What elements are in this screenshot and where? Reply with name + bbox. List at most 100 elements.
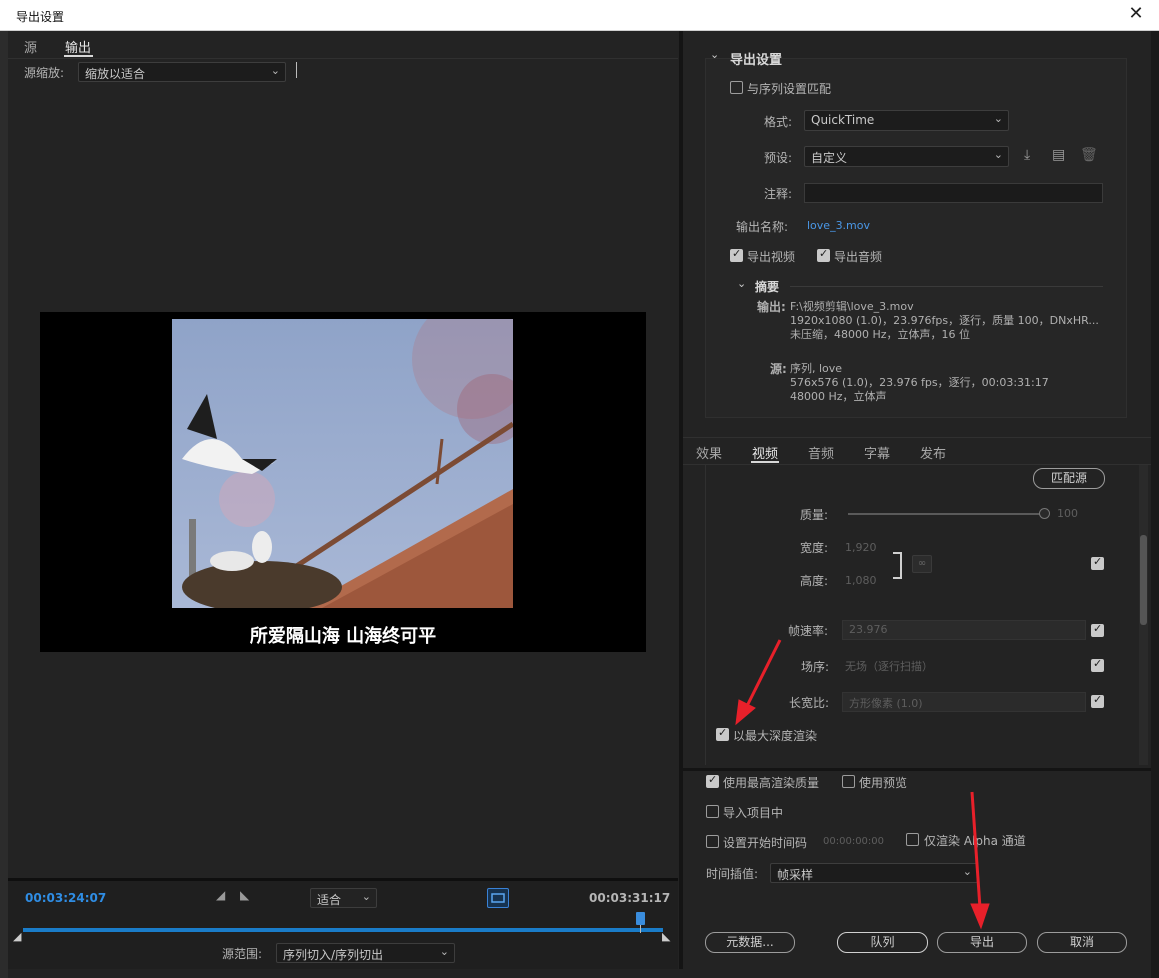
tab-captions[interactable]: 字幕 (864, 443, 890, 462)
playhead-line (640, 925, 641, 933)
subtitle-text: 所爱隔山海 山海终可平 (249, 626, 437, 647)
framerate-dropdown[interactable]: 23.976 (842, 620, 1086, 640)
video-panel-left-edge (705, 465, 706, 765)
field-order-value: 无场（逐行扫描） (845, 660, 933, 673)
export-button[interactable]: 导出 (937, 932, 1027, 953)
chevron-down-icon: ⌄ (439, 945, 449, 958)
export-video-checkbox[interactable] (730, 247, 743, 262)
tab-divider (8, 58, 678, 59)
mark-in-icon[interactable]: ◢ (216, 888, 225, 902)
source-summary-line3: 48000 Hz，立体声 (790, 390, 887, 403)
save-preset-icon[interactable]: ⤓ (1024, 147, 1030, 163)
fit-value: 适合 (317, 893, 342, 907)
scrollbar-thumb[interactable] (1140, 535, 1147, 625)
output-name-link[interactable]: love_3.mov (807, 219, 870, 232)
width-label: 宽度: (800, 541, 829, 555)
chain-link-icon[interactable]: ∞ (912, 555, 932, 573)
import-preset-icon[interactable]: ▤ (1052, 147, 1065, 163)
timeline-scrubber[interactable] (23, 928, 663, 932)
queue-button[interactable]: 队列 (837, 932, 928, 953)
time-interp-value: 帧采样 (777, 868, 814, 882)
aspect-dropdown[interactable]: 方形像素 (1.0) (842, 692, 1086, 712)
chevron-down-icon: ⌄ (361, 890, 371, 903)
output-summary-label: 输出: (757, 300, 786, 314)
size-override-checkbox[interactable] (1091, 555, 1104, 570)
aspect-override-checkbox[interactable] (1091, 693, 1104, 708)
max-depth-checkbox[interactable] (716, 726, 729, 741)
current-time[interactable]: 00:03:24:07 (25, 891, 106, 905)
aspect-icon (491, 893, 505, 903)
aspect-label: 长宽比: (789, 696, 830, 710)
output-name-label: 输出名称: (736, 220, 789, 234)
tab-publish[interactable]: 发布 (920, 443, 946, 462)
start-timecode-label: 设置开始时间码 (723, 836, 808, 850)
preset-dropdown[interactable]: 自定义 ⌄ (804, 146, 1009, 167)
tab-effects[interactable]: 效果 (696, 443, 722, 462)
chevron-down-icon[interactable]: ⌄ (737, 277, 746, 290)
tab-audio[interactable]: 音频 (808, 443, 834, 462)
output-summary-line2: 1920x1080 (1.0)，23.976fps，逐行，质量 100，DNxH… (790, 314, 1099, 327)
quality-label: 质量: (800, 508, 829, 522)
range-end-handle-icon[interactable]: ◣ (662, 930, 670, 943)
source-range-value: 序列切入/序列切出 (283, 948, 384, 962)
format-label: 格式: (764, 115, 793, 129)
format-value: QuickTime (811, 113, 875, 127)
tab-video-underline (751, 461, 779, 463)
preview-image (172, 319, 513, 608)
comment-input[interactable] (804, 183, 1103, 203)
field-order-override-checkbox[interactable] (1091, 657, 1104, 672)
end-time: 00:03:31:17 (589, 891, 671, 905)
width-value: 1,920 (845, 541, 877, 554)
tab-source[interactable]: 源 (24, 37, 37, 56)
tab-output-underline (64, 55, 93, 57)
match-sequence-checkbox[interactable] (730, 81, 743, 94)
format-dropdown[interactable]: QuickTime ⌄ (804, 110, 1009, 131)
match-sequence-label: 与序列设置匹配 (747, 82, 832, 96)
cancel-button[interactable]: 取消 (1037, 932, 1127, 953)
source-scale-label: 源缩放: (24, 66, 65, 80)
framerate-label: 帧速率: (788, 624, 829, 638)
export-settings-title: 导出设置 (730, 53, 783, 68)
height-label: 高度: (800, 574, 829, 588)
range-start-handle-icon[interactable]: ◢ (13, 930, 21, 943)
quality-slider[interactable] (848, 513, 1044, 515)
source-summary-line1: 序列, love (790, 362, 843, 375)
start-timecode-checkbox[interactable] (706, 835, 719, 848)
window-title: 导出设置 (16, 10, 65, 24)
source-scale-value: 缩放以适合 (85, 67, 146, 81)
quality-slider-handle[interactable] (1039, 508, 1050, 519)
preset-value: 自定义 (811, 151, 848, 165)
metadata-button[interactable]: 元数据... (705, 932, 795, 953)
fit-dropdown[interactable]: 适合 ⌄ (310, 888, 377, 908)
annotation-arrow-1 (735, 639, 782, 726)
source-range-dropdown[interactable]: 序列切入/序列切出 ⌄ (276, 943, 455, 963)
playhead[interactable] (636, 912, 645, 925)
export-audio-label: 导出音频 (834, 250, 883, 264)
tabs-top-divider (683, 437, 1151, 438)
aspect-toggle-button[interactable] (487, 888, 509, 908)
tabs-bottom-divider (683, 464, 1151, 465)
chevron-down-icon[interactable]: ⌄ (710, 48, 719, 61)
time-interp-dropdown[interactable]: 帧采样 ⌄ (770, 863, 978, 883)
framerate-value: 23.976 (849, 623, 888, 636)
mark-out-icon[interactable]: ◣ (240, 888, 249, 902)
match-source-button[interactable]: 匹配源 (1033, 468, 1105, 489)
close-icon[interactable]: ✕ (1127, 3, 1145, 24)
chevron-down-icon: ⌄ (993, 148, 1003, 161)
tab-output[interactable]: 输出 (65, 37, 91, 56)
max-render-quality-checkbox[interactable] (706, 773, 719, 788)
use-previews-checkbox[interactable] (842, 775, 855, 788)
summary-divider (790, 286, 1103, 287)
delete-preset-icon[interactable]: 🗑 (1080, 147, 1098, 163)
export-video-label: 导出视频 (747, 250, 796, 264)
alpha-only-checkbox[interactable] (906, 833, 919, 846)
title-bar: 导出设置 ✕ (0, 0, 1159, 31)
framerate-override-checkbox[interactable] (1091, 622, 1104, 637)
source-scale-dropdown[interactable]: 缩放以适合 ⌄ (78, 62, 286, 82)
comment-label: 注释: (764, 187, 793, 201)
import-project-checkbox[interactable] (706, 805, 719, 818)
tab-video[interactable]: 视频 (752, 443, 778, 462)
start-timecode-value[interactable]: 00:00:00:00 (823, 836, 884, 847)
export-audio-checkbox[interactable] (817, 247, 830, 262)
summary-title: 摘要 (755, 280, 780, 294)
